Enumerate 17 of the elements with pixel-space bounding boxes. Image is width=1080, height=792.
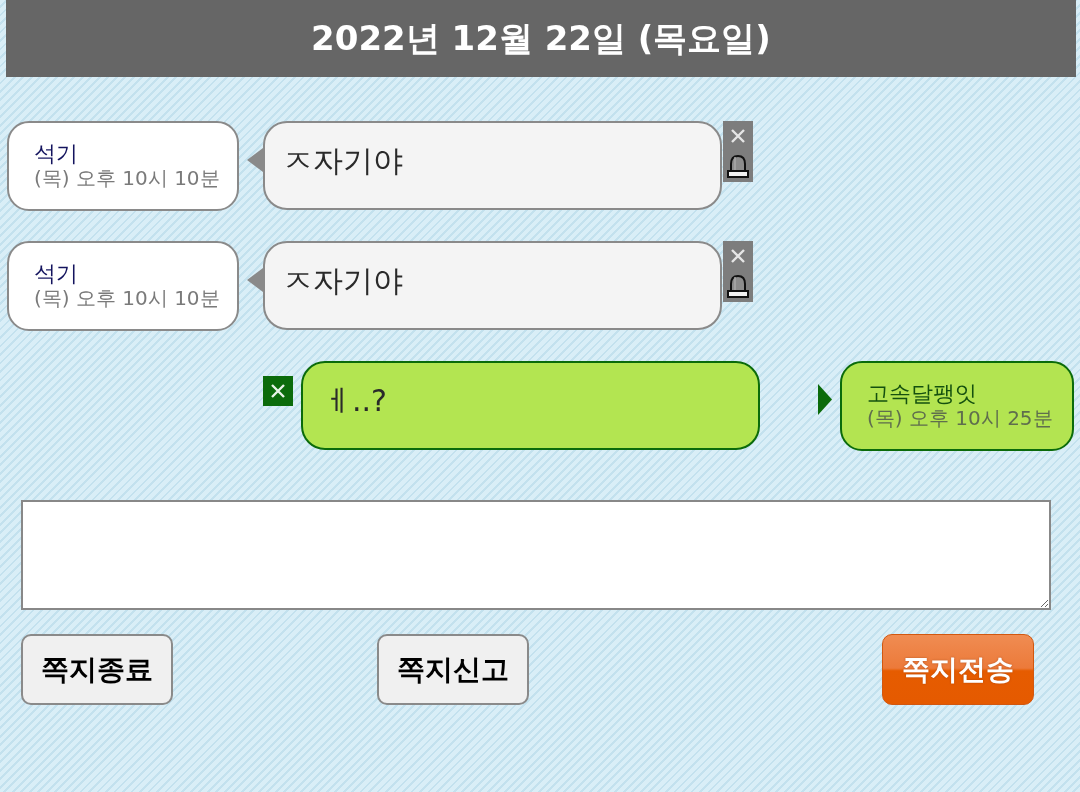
message-time: (목) 오후 10시 25분	[867, 406, 1054, 431]
pointer-icon	[818, 384, 832, 415]
date-title: 2022년 12월 22일 (목요일)	[311, 16, 771, 60]
message-text: ㅈ자기야	[283, 143, 403, 178]
message-text: ㅔ..?	[322, 383, 387, 418]
message-time: (목) 오후 10시 10분	[34, 286, 221, 311]
action-button[interactable]: 쪽지종료	[21, 634, 173, 705]
message-input[interactable]	[21, 500, 1051, 610]
message-text: ㅈ자기야	[283, 263, 403, 298]
message-time: (목) 오후 10시 10분	[34, 166, 221, 191]
action-button[interactable]: 쪽지신고	[377, 634, 529, 705]
bell-icon[interactable]	[723, 271, 753, 302]
sender-name: 석기	[34, 141, 79, 166]
close-icon[interactable]	[263, 376, 293, 406]
sender-name: 고속달팽잇	[867, 381, 978, 406]
bell-icon[interactable]	[723, 151, 753, 182]
sender-name: 석기	[34, 261, 79, 286]
